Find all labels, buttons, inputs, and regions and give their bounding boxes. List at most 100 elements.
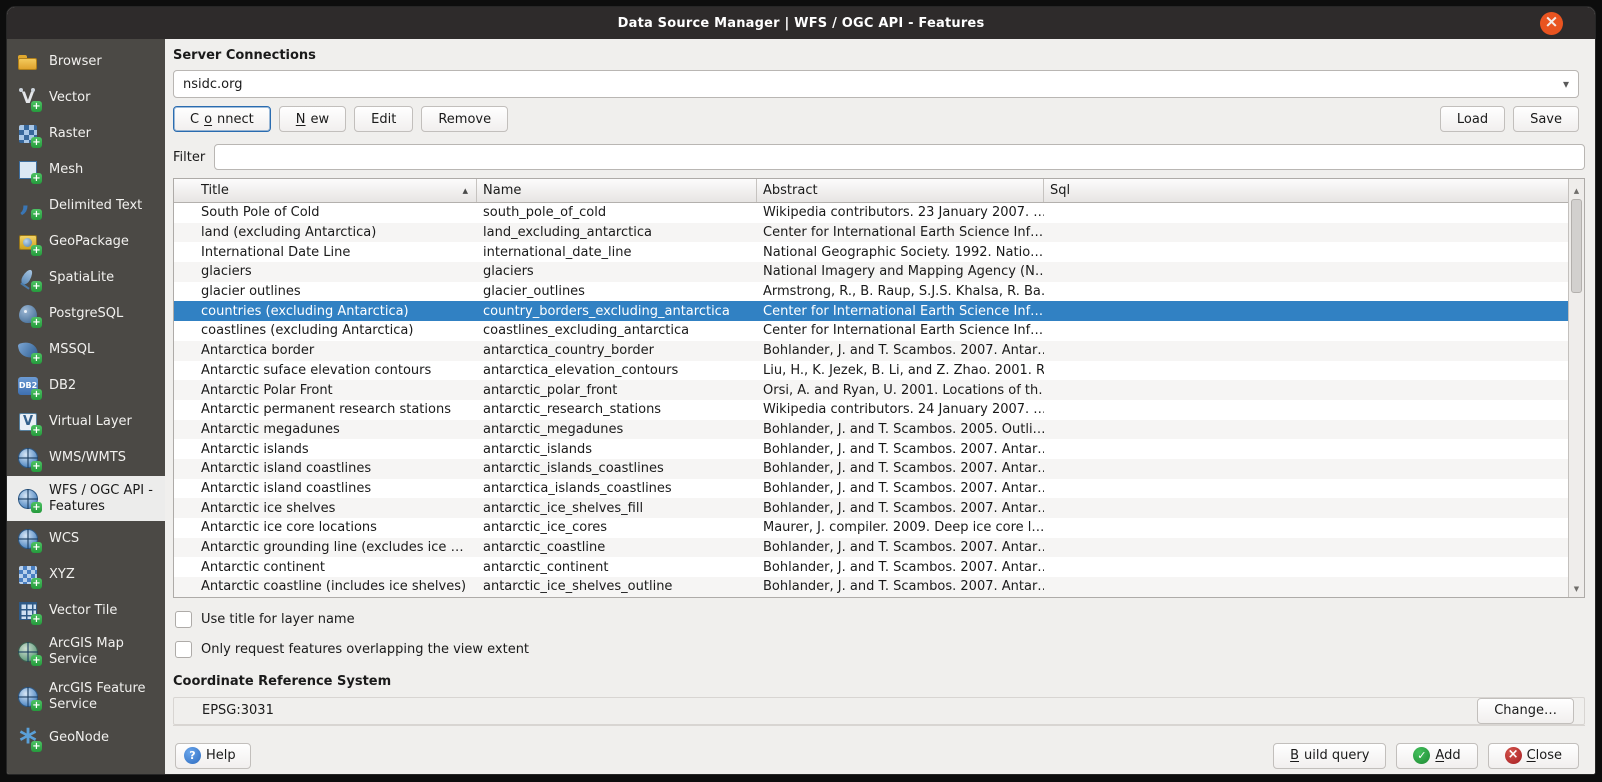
sidebar-item[interactable]: Raster: [7, 116, 165, 152]
cell-abstract: Center for International Earth Science I…: [757, 302, 1044, 321]
delimited-text-icon: [17, 195, 39, 217]
sidebar-item-label: XYZ: [49, 567, 75, 583]
cell-abstract: Liu, H., K. Jezek, B. Li, and Z. Zhao. 2…: [757, 361, 1044, 380]
crs-change-button[interactable]: Change…: [1477, 698, 1574, 724]
folder-icon: [17, 51, 39, 73]
table-row[interactable]: land (excluding Antarctica) land_excludi…: [174, 223, 1569, 243]
sidebar-item-label: WFS / OGC API - Features: [49, 483, 159, 514]
sidebar-item[interactable]: ArcGIS Map Service: [7, 629, 165, 674]
sidebar-item[interactable]: PostgreSQL: [7, 296, 165, 332]
sidebar-item-label: DB2: [49, 378, 76, 394]
table-row[interactable]: countries (excluding Antarctica) country…: [174, 301, 1569, 321]
table-row[interactable]: Antarctic island coastlines antarctica_i…: [174, 479, 1569, 499]
sidebar-item[interactable]: ArcGIS Feature Service: [7, 674, 165, 719]
dialog-footer: Help Build query Add Close: [173, 725, 1585, 775]
help-button[interactable]: Help: [175, 743, 251, 769]
cell-abstract: Orsi, A. and Ryan, U. 2001. Locations of…: [757, 381, 1044, 400]
plus-badge-icon: [31, 137, 42, 148]
add-button[interactable]: Add: [1396, 743, 1477, 769]
cell-title: Antarctic suface elevation contours: [174, 361, 477, 380]
scrollbar-thumb[interactable]: [1571, 199, 1582, 293]
table-row[interactable]: coastlines (excluding Antarctica) coastl…: [174, 321, 1569, 341]
sidebar-item[interactable]: GeoPackage: [7, 224, 165, 260]
sidebar-item[interactable]: Vector Tile: [7, 593, 165, 629]
column-header-name[interactable]: Name: [477, 179, 757, 202]
filter-input[interactable]: [214, 144, 1585, 170]
cell-abstract: Bohlander, J. and T. Scambos. 2005. Outl…: [757, 420, 1044, 439]
sidebar-item[interactable]: MSSQL: [7, 332, 165, 368]
sidebar-item[interactable]: XYZ: [7, 557, 165, 593]
table-row[interactable]: Antarctic megadunes antarctic_megadunes …: [174, 420, 1569, 440]
table-row[interactable]: glaciers glaciers National Imagery and M…: [174, 262, 1569, 282]
plus-badge-icon: [31, 741, 42, 752]
sidebar-item[interactable]: DB2: [7, 368, 165, 404]
build-query-button[interactable]: Build query: [1273, 743, 1386, 769]
overlap-extent-checkbox[interactable]: [175, 641, 192, 658]
table-row[interactable]: Antarctic continent antarctic_continent …: [174, 557, 1569, 577]
cell-name: antarctic_islands: [477, 440, 757, 459]
cell-abstract: National Imagery and Mapping Agency (N…: [757, 262, 1044, 281]
table-row[interactable]: Antarctic Polar Front antarctic_polar_fr…: [174, 380, 1569, 400]
table-row[interactable]: Antarctic island coastlines antarctic_is…: [174, 459, 1569, 479]
sidebar-item[interactable]: Browser: [7, 44, 165, 80]
sidebar-item[interactable]: Mesh: [7, 152, 165, 188]
cell-name: antarctic_polar_front: [477, 381, 757, 400]
sidebar-item[interactable]: WMS/WMTS: [7, 440, 165, 476]
table-row[interactable]: Antarctic permanent research stations an…: [174, 400, 1569, 420]
plus-badge-icon: [31, 700, 42, 711]
sidebar-item[interactable]: WFS / OGC API - Features: [7, 476, 165, 521]
raster-icon: [17, 123, 39, 145]
sidebar-item-label: GeoNode: [49, 730, 109, 746]
table-row[interactable]: Antarctic coastline (includes ice shelve…: [174, 577, 1569, 597]
plus-badge-icon: [31, 173, 42, 184]
close-button[interactable]: Close: [1488, 743, 1579, 769]
table-row[interactable]: Antarctic suface elevation contours anta…: [174, 361, 1569, 381]
edit-button[interactable]: Edit: [354, 106, 413, 132]
cell-name: land_excluding_antarctica: [477, 223, 757, 242]
xyz-icon: [17, 564, 39, 586]
window-close-button[interactable]: [1540, 12, 1563, 35]
sidebar-item-label: ArcGIS Map Service: [49, 636, 159, 667]
sidebar-item-label: GeoPackage: [49, 234, 129, 250]
cell-title: Antarctic coastline (includes ice shelve…: [174, 577, 477, 596]
table-row[interactable]: Antarctica border antarctica_country_bor…: [174, 341, 1569, 361]
save-button[interactable]: Save: [1513, 106, 1579, 132]
scroll-up-icon[interactable]: [1569, 182, 1584, 196]
sidebar-item[interactable]: GeoNode: [7, 720, 165, 756]
window-title: Data Source Manager | WFS / OGC API - Fe…: [618, 16, 985, 31]
sidebar-item[interactable]: WCS: [7, 521, 165, 557]
plus-badge-icon: [31, 101, 42, 112]
connection-select[interactable]: nsidc.org: [173, 70, 1579, 98]
use-title-checkbox[interactable]: [175, 611, 192, 628]
column-header-abstract[interactable]: Abstract: [757, 179, 1044, 202]
plus-badge-icon: [31, 317, 42, 328]
connect-button[interactable]: Connect: [173, 106, 271, 132]
sidebar-item-label: Mesh: [49, 162, 83, 178]
sidebar-item[interactable]: Vector: [7, 80, 165, 116]
table-scrollbar[interactable]: [1568, 179, 1584, 597]
titlebar[interactable]: Data Source Manager | WFS / OGC API - Fe…: [7, 7, 1595, 39]
column-header-title[interactable]: Title: [174, 179, 477, 202]
sidebar-item[interactable]: Virtual Layer: [7, 404, 165, 440]
sidebar-item-label: Delimited Text: [49, 198, 142, 214]
load-button[interactable]: Load: [1440, 106, 1505, 132]
table-row[interactable]: South Pole of Cold south_pole_of_cold Wi…: [174, 203, 1569, 223]
column-header-sql[interactable]: Sql: [1044, 179, 1569, 202]
sidebar-item[interactable]: Delimited Text: [7, 188, 165, 224]
table-row[interactable]: Antarctic grounding line (excludes ice ……: [174, 538, 1569, 558]
postgresql-icon: [17, 303, 39, 325]
scroll-down-icon[interactable]: [1569, 580, 1584, 594]
table-row[interactable]: Antarctic islands antarctic_islands Bohl…: [174, 439, 1569, 459]
cell-title: Antarctic continent: [174, 558, 477, 577]
remove-button[interactable]: Remove: [421, 106, 508, 132]
table-row[interactable]: Antarctic ice core locations antarctic_i…: [174, 518, 1569, 538]
sidebar-item-label: Vector Tile: [49, 603, 117, 619]
sidebar-item-label: WCS: [49, 531, 79, 547]
connection-selected-value: nsidc.org: [183, 77, 242, 92]
table-row[interactable]: Antarctic ice shelves antarctic_ice_shel…: [174, 498, 1569, 518]
table-row[interactable]: International Date Line international_da…: [174, 242, 1569, 262]
new-button[interactable]: New: [279, 106, 346, 132]
overlap-extent-label: Only request features overlapping the vi…: [201, 642, 529, 657]
table-row[interactable]: glacier outlines glacier_outlines Armstr…: [174, 282, 1569, 302]
sidebar-item[interactable]: SpatiaLite: [7, 260, 165, 296]
